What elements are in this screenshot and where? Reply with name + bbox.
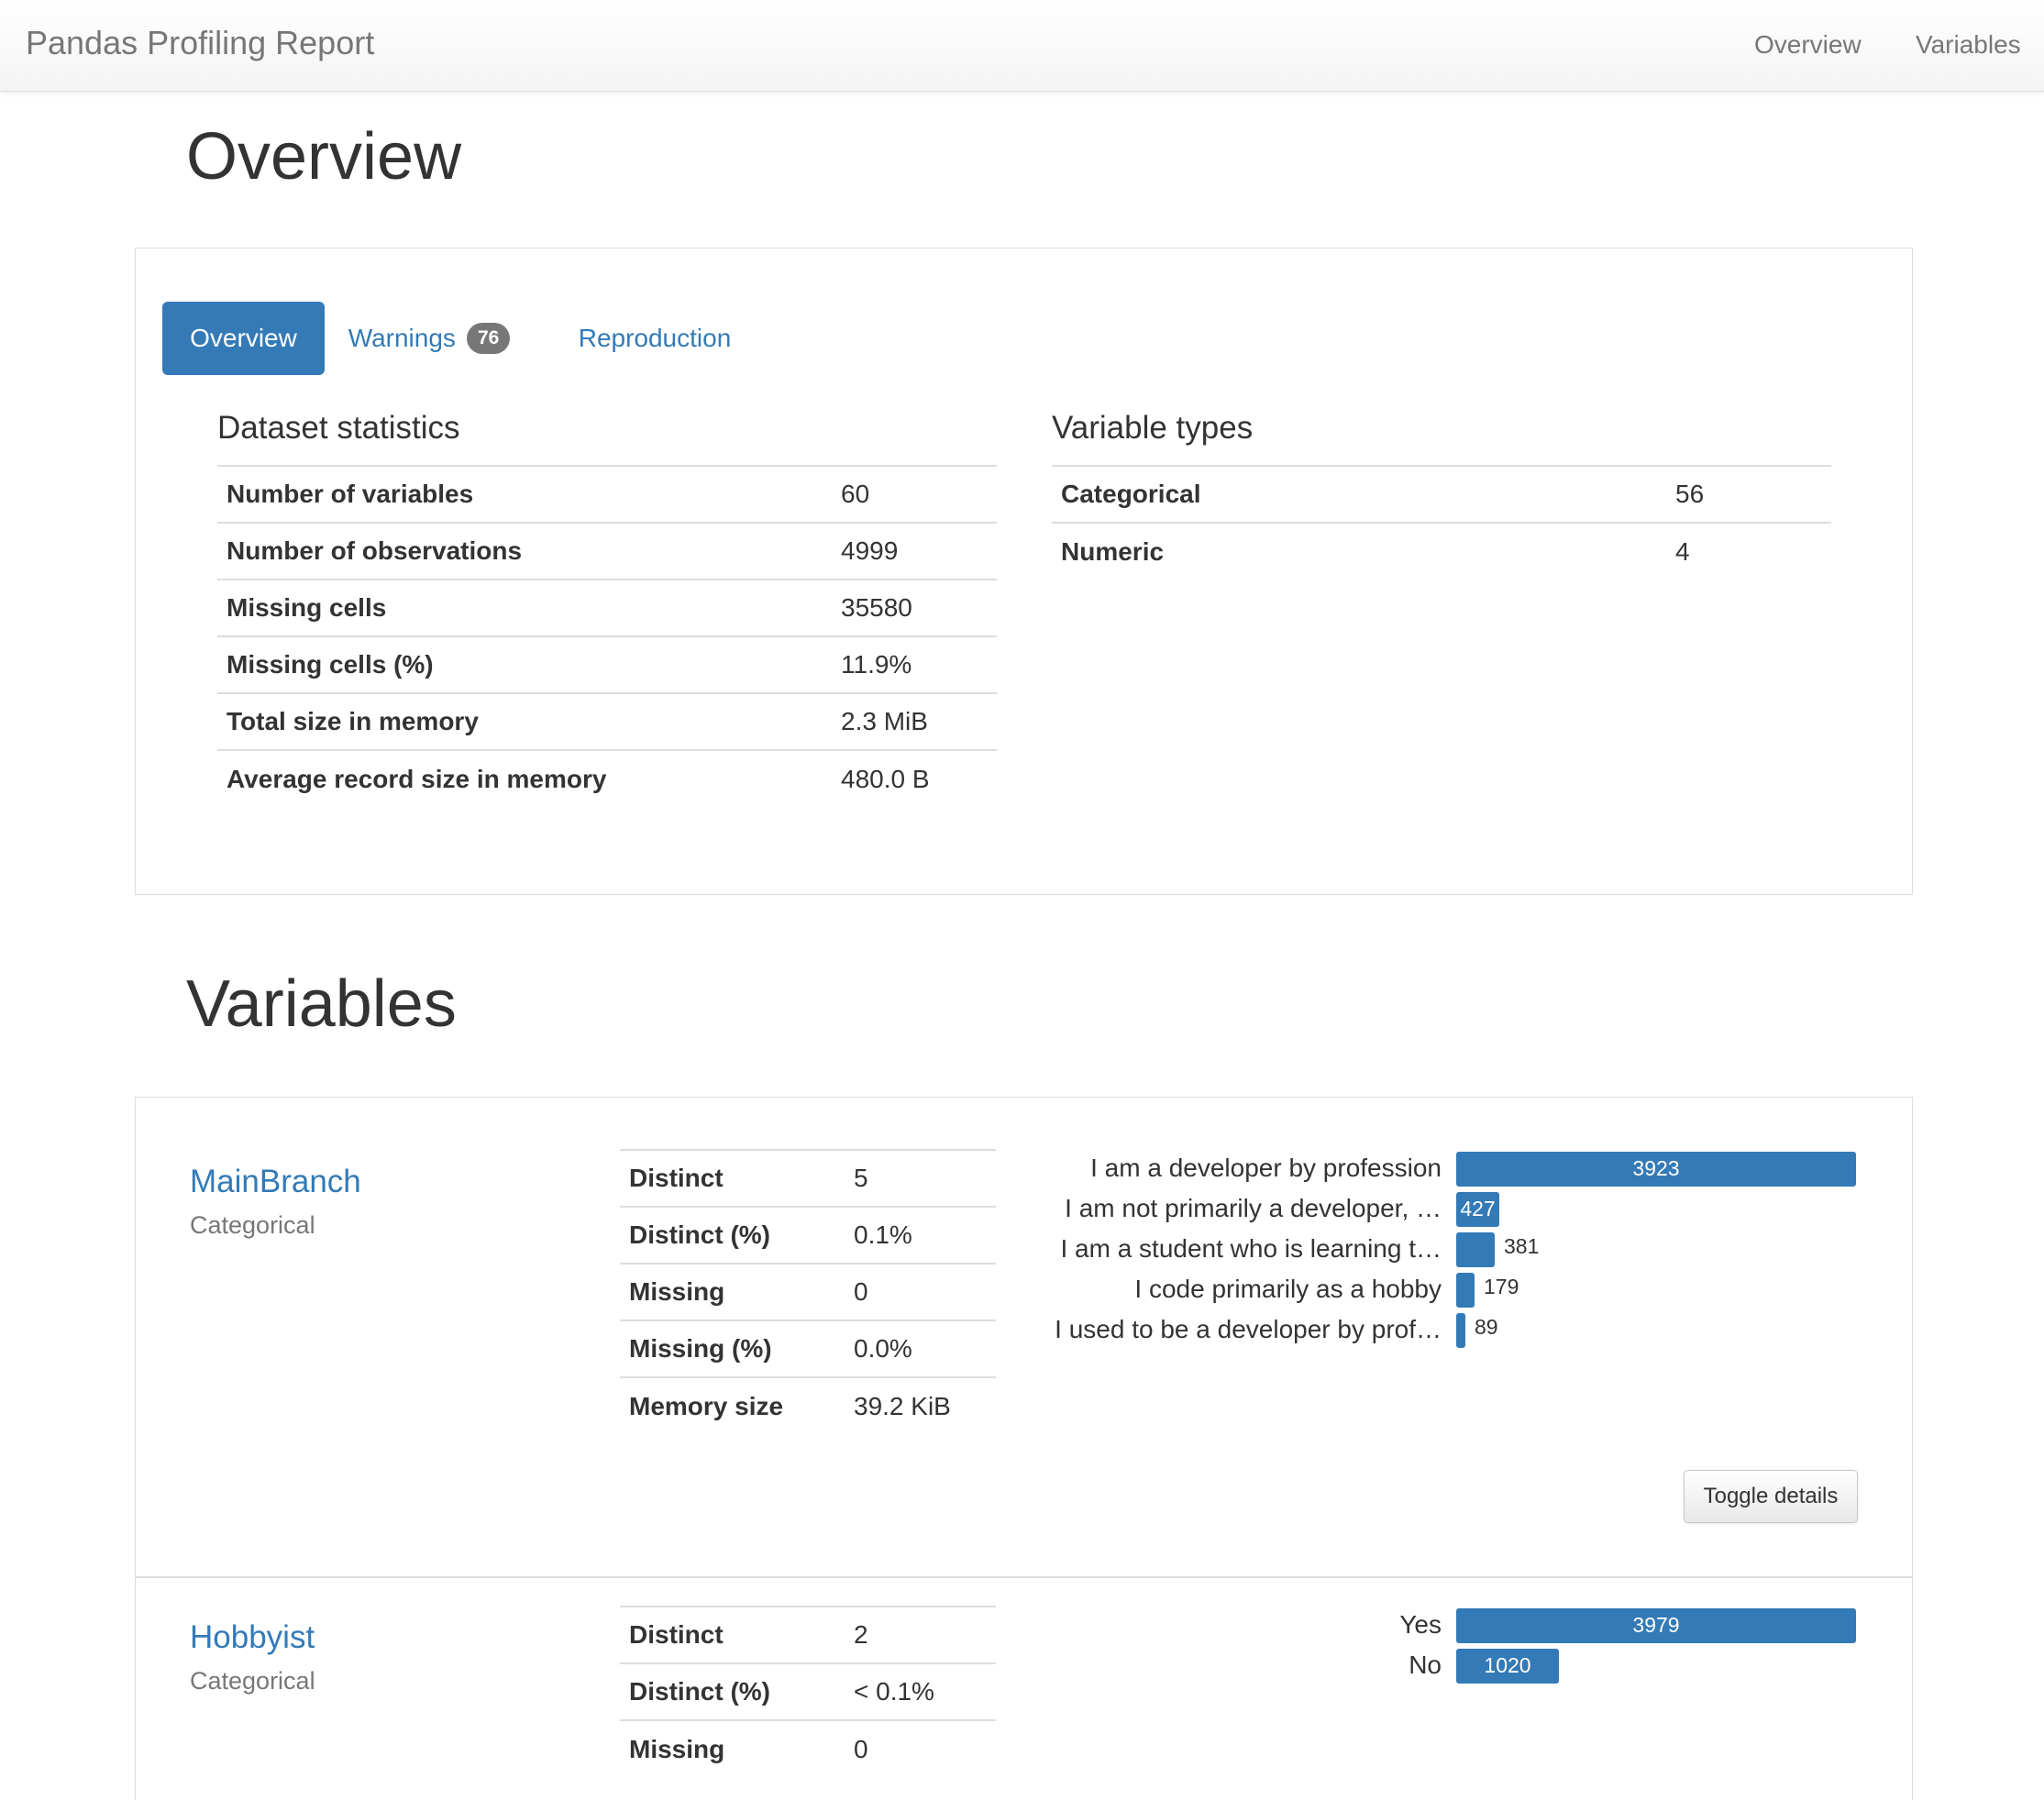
- variable-type-label: Categorical: [190, 1211, 315, 1239]
- variable-stats-table: Distinct 2 Distinct (%) < 0.1% Missing 0: [620, 1606, 996, 1777]
- stat-row: Missing (%) 0.0%: [620, 1320, 996, 1377]
- stat-row: Average record size in memory 480.0 B: [217, 749, 997, 807]
- stat-value: 2: [845, 1606, 996, 1663]
- frequency-count: 3923: [1632, 1156, 1680, 1180]
- stat-value: < 0.1%: [845, 1662, 996, 1720]
- frequency-label: I am a student who is learning t…: [1060, 1234, 1442, 1263]
- frequency-label: I am a developer by profession: [1090, 1154, 1442, 1182]
- stat-value: 480.0 B: [832, 749, 997, 807]
- stat-value: 0.1%: [845, 1206, 996, 1264]
- stat-label: Distinct (%): [620, 1206, 845, 1264]
- stat-row: Missing 0: [620, 1719, 996, 1777]
- dataset-statistics-table: Number of variables 60 Number of observati…: [217, 465, 997, 807]
- stat-row: Distinct (%) < 0.1%: [620, 1662, 996, 1720]
- tab-reproduction[interactable]: Reproduction: [563, 302, 746, 375]
- tab-warnings[interactable]: Warnings 76: [337, 302, 521, 375]
- variable-types-table: Categorical 56 Numeric 4: [1052, 465, 1831, 580]
- stat-label: Missing cells (%): [217, 635, 832, 693]
- frequency-count: 1020: [1484, 1653, 1531, 1677]
- frequency-bar: [1456, 1232, 1495, 1267]
- stat-value: 11.9%: [832, 635, 997, 693]
- frequency-bar: [1456, 1313, 1465, 1348]
- stat-row: Number of variables 60: [217, 465, 997, 523]
- tab-overview[interactable]: Overview: [162, 302, 325, 375]
- frequency-label: I used to be a developer by prof…: [1055, 1315, 1442, 1343]
- stat-row: Missing cells (%) 11.9%: [217, 635, 997, 693]
- stat-label: Missing (%): [620, 1320, 845, 1377]
- variable-types-title: Variable types: [1052, 410, 1254, 446]
- variable-row-hobbyist: Hobbyist Categorical Distinct 2 Distinct (…: [136, 1580, 1912, 1800]
- variable-name-link[interactable]: Hobbyist: [190, 1619, 315, 1656]
- frequency-count: 427: [1460, 1197, 1496, 1220]
- variables-heading: Variables: [186, 967, 457, 1041]
- nav-link-overview[interactable]: Overview: [1754, 30, 1862, 60]
- stat-row: Distinct 2: [620, 1606, 996, 1663]
- stat-label: Categorical: [1052, 465, 1666, 523]
- navbar-brand[interactable]: Pandas Profiling Report: [26, 24, 374, 62]
- stat-value: 2.3 MiB: [832, 692, 997, 750]
- stat-label: Numeric: [1052, 522, 1666, 580]
- stat-label: Missing: [620, 1263, 845, 1320]
- tab-warnings-label: Warnings: [348, 324, 456, 352]
- frequency-label: I code primarily as a hobby: [1134, 1275, 1442, 1303]
- frequency-bar: [1456, 1273, 1475, 1308]
- tab-overview-label: Overview: [190, 324, 297, 352]
- top-navbar: Pandas Profiling Report Overview Variabl…: [0, 0, 2044, 92]
- stat-row: Missing 0: [620, 1263, 996, 1320]
- stat-row: Distinct (%) 0.1%: [620, 1206, 996, 1264]
- dataset-statistics-title: Dataset statistics: [217, 410, 460, 446]
- stat-label: Missing: [620, 1719, 845, 1777]
- overview-heading: Overview: [186, 120, 462, 193]
- stat-label: Number of variables: [217, 465, 832, 523]
- stat-value: 4: [1666, 522, 1831, 580]
- frequency-count: 179: [1484, 1275, 1519, 1298]
- stat-value: 35580: [832, 579, 997, 636]
- stat-label: Memory size: [620, 1376, 845, 1434]
- stat-label: Distinct: [620, 1149, 845, 1207]
- toggle-details-button[interactable]: Toggle details: [1684, 1470, 1858, 1523]
- stat-label: Distinct: [620, 1606, 845, 1663]
- stat-row: Categorical 56: [1052, 465, 1831, 523]
- frequency-count: 381: [1504, 1234, 1540, 1258]
- stat-row: Missing cells 35580: [217, 579, 997, 636]
- frequency-label: No: [1409, 1651, 1442, 1679]
- variable-stats-table: Distinct 5 Distinct (%) 0.1% Missing 0 Missing…: [620, 1149, 996, 1434]
- stat-row: Distinct 5: [620, 1149, 996, 1207]
- variables-panel: MainBranch Categorical Distinct 5 Distinct…: [135, 1097, 1913, 1800]
- stat-value: 39.2 KiB: [845, 1376, 996, 1434]
- variable-name-link[interactable]: MainBranch: [190, 1164, 361, 1200]
- warnings-count-badge: 76: [466, 322, 511, 354]
- frequency-count: 3979: [1632, 1613, 1680, 1637]
- stat-value: 5: [845, 1149, 996, 1207]
- frequency-count: 89: [1475, 1315, 1498, 1339]
- stat-label: Total size in memory: [217, 692, 832, 750]
- tab-reproduction-label: Reproduction: [578, 324, 732, 352]
- stat-value: 60: [832, 465, 997, 523]
- overview-panel: Overview Warnings 76 Reproduction Dataset…: [135, 248, 1913, 895]
- stat-row: Total size in memory 2.3 MiB: [217, 692, 997, 750]
- stat-label: Average record size in memory: [217, 749, 832, 807]
- stat-value: 4999: [832, 522, 997, 580]
- frequency-label: I am not primarily a developer, …: [1065, 1194, 1442, 1222]
- stat-row: Numeric 4: [1052, 522, 1831, 580]
- stat-label: Number of observations: [217, 522, 832, 580]
- stat-row: Number of observations 4999: [217, 522, 997, 580]
- stat-value: 0: [845, 1719, 996, 1777]
- stat-row: Memory size 39.2 KiB: [620, 1376, 996, 1434]
- nav-link-variables[interactable]: Variables: [1916, 30, 2021, 60]
- stat-value: 0: [845, 1263, 996, 1320]
- frequency-label: Yes: [1399, 1610, 1442, 1639]
- stat-label: Missing cells: [217, 579, 832, 636]
- stat-label: Distinct (%): [620, 1662, 845, 1720]
- stat-value: 56: [1666, 465, 1831, 523]
- variable-type-label: Categorical: [190, 1667, 315, 1695]
- variable-row-mainbranch: MainBranch Categorical Distinct 5 Distinct…: [136, 1098, 1912, 1578]
- stat-value: 0.0%: [845, 1320, 996, 1377]
